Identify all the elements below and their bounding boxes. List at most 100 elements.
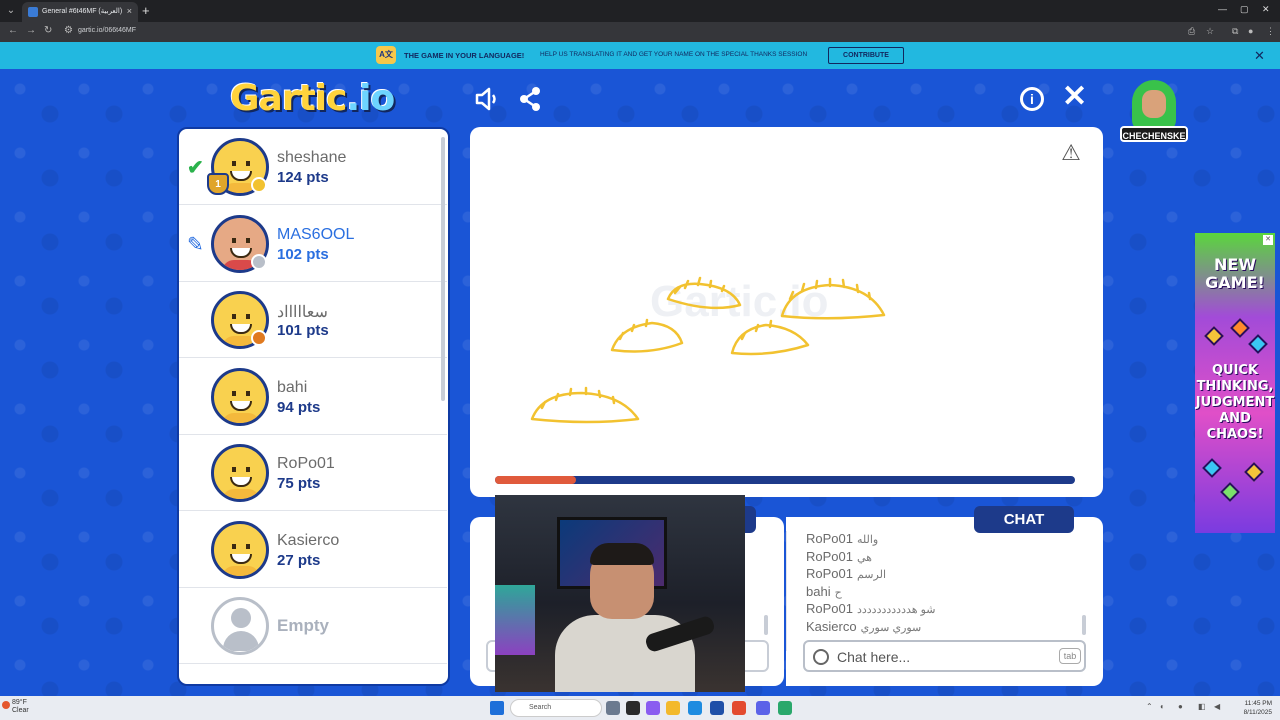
taskbar-clock[interactable]: 11:45 PM 8/11/2025 [1236,699,1272,717]
banner-close-icon[interactable]: ✕ [1254,48,1265,64]
round-timer-fill [495,476,577,484]
player-status-dot [251,330,267,346]
banner-title: THE GAME IN YOUR LANGUAGE! [404,51,525,60]
answers-scrollbar[interactable] [764,615,768,635]
player-row[interactable]: Empty [179,588,447,664]
widgets-icon[interactable] [626,701,640,715]
chat-message-user: RoPo01 [806,566,853,582]
install-icon[interactable]: ⎙ [1188,26,1195,37]
address-bar: ← → ↻ ⚙ gartic.io/066t46MF ⎙ ☆ ⧉ ● ⋮ [0,22,1280,42]
player-name: MAS6OOL [277,225,355,243]
forward-icon[interactable]: → [26,25,36,36]
bookmark-star-icon[interactable]: ☆ [1206,26,1214,37]
player-row[interactable]: سعاااااد 101 pts [179,282,447,358]
chat-divider [786,531,787,651]
player-row[interactable]: Kasierco 27 pts [179,512,447,588]
chat-message: RoPo01 هي [806,549,872,564]
copilot-icon[interactable] [646,701,660,715]
gartic-logo[interactable]: Gartic.io [230,78,395,119]
taskbar-search[interactable]: Search [510,699,602,717]
webcam-person-hair [590,543,654,565]
webcam-overlay [495,495,745,692]
chat-input[interactable]: Chat here... tab [803,640,1086,672]
url-field[interactable]: gartic.io/066t46MF [78,27,136,34]
weather-alert-icon[interactable] [2,701,10,709]
drawing-canvas[interactable]: Gartic.io ⚠ [470,127,1103,497]
report-warning-icon[interactable]: ⚠ [1058,141,1084,165]
close-icon[interactable]: ✕ [1062,82,1087,112]
side-advertisement[interactable]: ✕ NEW GAME! QUICK THINKING, JUDGMENT AND… [1195,233,1275,533]
chat-bubble-icon [813,649,829,665]
tab-key-hint: tab [1059,648,1081,664]
chat-message-text: الرسم [856,569,886,582]
player-list-scrollbar[interactable] [441,137,445,401]
minimize-button[interactable]: — [1218,4,1227,14]
extensions-icon[interactable]: ⧉ [1232,26,1238,37]
sound-icon[interactable] [474,86,502,112]
microphone-icon[interactable]: ● [1178,702,1183,711]
site-info-icon[interactable]: ⚙ [64,25,73,36]
ad-line-7: CHAOS! [1206,427,1264,442]
info-icon[interactable]: i [1020,87,1044,111]
taskbar-search-label: Search [529,704,552,711]
tab-close-icon[interactable]: × [127,6,132,16]
player-row[interactable]: ✎ MAS6OOL 102 pts [179,206,447,282]
player-name: سعاااااد [277,304,328,321]
player-row[interactable]: RoPo01 75 pts [179,435,447,511]
browser-tab[interactable]: General #6t46MF (العربية) - Go × [22,2,138,22]
chrome-icon[interactable] [732,701,746,715]
contribute-button[interactable]: CONTRIBUTE [828,47,904,64]
tab-list-icon[interactable]: ⌄ [4,4,18,18]
stroke-group [530,276,886,424]
ad-gem-icon [1248,334,1268,354]
ad-gem-icon [1202,458,1222,478]
discord-icon[interactable] [756,701,770,715]
chat-scrollbar[interactable] [1082,615,1086,635]
ad-line-4: THINKING, [1196,379,1274,394]
maximize-button[interactable]: ▢ [1240,4,1249,15]
windows-start-icon[interactable] [490,701,504,715]
player-name: Empty [277,616,329,635]
new-tab-button[interactable]: + [142,3,150,18]
drawing-strokes [530,276,886,424]
player-row[interactable]: ✔ 1 sheshane 124 pts [179,129,447,205]
logo-text: Gartic [230,78,347,119]
profile-icon[interactable]: ● [1248,26,1253,36]
ad-line-2: GAME! [1205,273,1265,292]
taskbar-time: 11:45 PM [1244,700,1272,707]
edge-icon[interactable] [688,701,702,715]
chat-panel: CHAT RoPo01 والله RoPo01 هي RoPo01 الرسم bahi ح… [786,506,1103,686]
ad-close-icon[interactable]: ✕ [1263,235,1273,245]
app-icon[interactable] [778,701,792,715]
menu-icon[interactable]: ⋮ [1266,26,1275,37]
banner-text: HELP US TRANSLATING IT AND GET YOUR NAME… [540,51,808,58]
player-points: 101 pts [277,322,329,339]
streamer-avatar[interactable]: CHECHENSKE [1120,80,1188,148]
network-icon[interactable]: ◧ [1198,702,1206,711]
file-explorer-icon[interactable] [666,701,680,715]
close-window-button[interactable]: ✕ [1262,4,1270,15]
streamer-face-icon [1132,80,1176,132]
player-list: ✔ 1 sheshane 124 pts ✎ MAS6OOL 102 pts سعاااااد… [177,127,450,686]
tray-chevron-icon[interactable]: ⌃ [1146,702,1153,711]
player-row[interactable]: bahi 94 pts [179,359,447,435]
player-name: sheshane [277,149,347,166]
player-points: 94 pts [277,398,321,416]
ad-line-5: JUDGMENT [1195,395,1275,410]
volume-icon[interactable]: ◀ [1214,702,1220,711]
reload-icon[interactable]: ↻ [44,25,52,36]
task-view-icon[interactable] [606,701,620,715]
share-icon[interactable] [518,86,542,112]
weather-widget[interactable]: 89°F Clear [12,699,29,715]
player-avatar [211,444,269,502]
ad-line-3: QUICK [1211,363,1259,378]
ad-gem-icon [1220,482,1240,502]
chat-message-text: والله [856,534,879,546]
chat-message-text: هي [856,551,872,564]
chat-message-user: RoPo01 [806,531,853,546]
chat-tab[interactable]: CHAT [974,506,1074,533]
back-icon[interactable]: ← [8,25,18,36]
tray-app-icon[interactable]: ◐ [1160,702,1165,711]
store-icon[interactable] [710,701,724,715]
chat-message: RoPo01 الرسم [806,566,886,581]
